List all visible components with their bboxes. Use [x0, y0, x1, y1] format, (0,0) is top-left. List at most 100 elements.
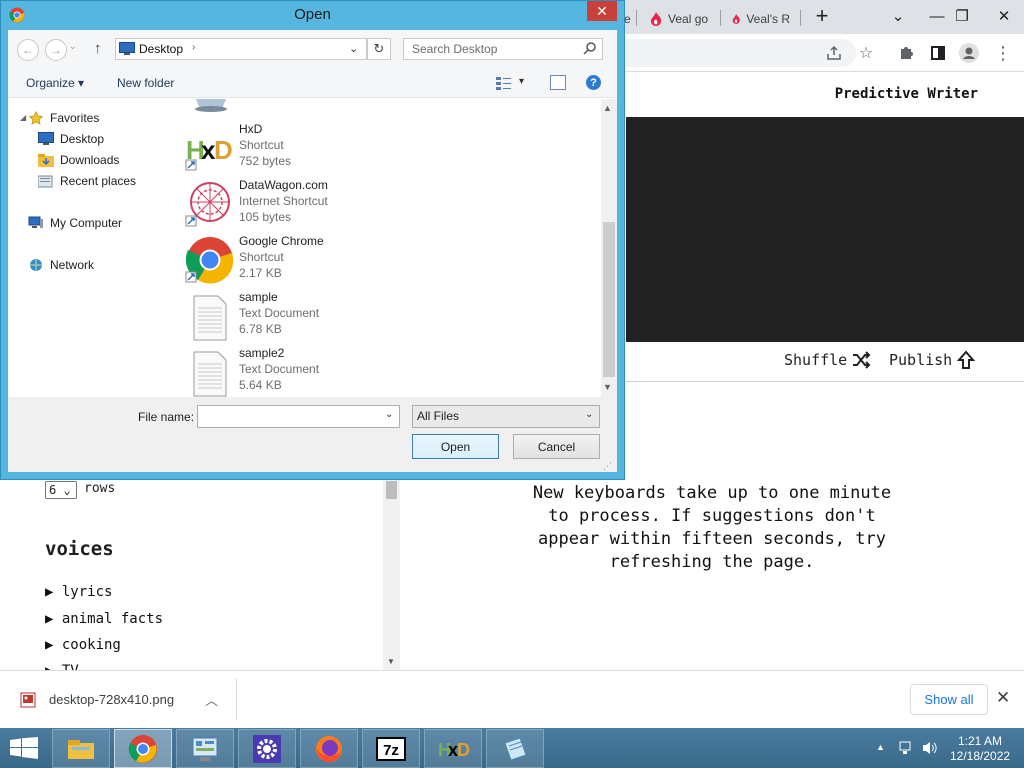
- file-type: Shortcut: [239, 250, 284, 264]
- settings-gear-icon[interactable]: [238, 729, 296, 768]
- forward-arrow-icon[interactable]: →: [45, 39, 67, 61]
- resize-grip-icon[interactable]: ⋰: [603, 461, 612, 472]
- flame-icon: [651, 12, 662, 26]
- rows-label: rows: [84, 481, 116, 496]
- refresh-button[interactable]: ↻: [367, 38, 391, 60]
- search-icon: [583, 42, 596, 55]
- notepad-icon[interactable]: [486, 729, 544, 768]
- shuffle-label: Shuffle: [784, 351, 848, 369]
- file-size: 105 bytes: [239, 210, 292, 224]
- help-icon[interactable]: ?: [586, 75, 601, 90]
- nav-my-computer[interactable]: My Computer: [28, 216, 122, 230]
- new-tab-button[interactable]: +: [800, 0, 844, 32]
- text-document-icon: [193, 295, 227, 341]
- computer-icon[interactable]: [192, 99, 230, 113]
- panel-scrollbar[interactable]: [383, 478, 400, 670]
- file-size: 5.64 KB: [239, 378, 282, 392]
- nav-desktop[interactable]: Desktop: [38, 132, 104, 146]
- file-item[interactable]: H x D HxD Shortcut 752 bytes: [184, 122, 484, 174]
- panel-scrollbar-thumb[interactable]: [386, 481, 397, 499]
- scroll-down-arrow[interactable]: ▼: [387, 657, 395, 666]
- show-all-button[interactable]: Show all: [910, 684, 988, 715]
- cancel-button[interactable]: Cancel: [513, 434, 600, 459]
- hxd-icon[interactable]: HxD: [424, 729, 482, 768]
- shuffle-button[interactable]: Shuffle: [784, 350, 871, 370]
- menu-icon[interactable]: ⋮: [992, 42, 1014, 64]
- image-file-icon: [20, 692, 36, 708]
- control-panel-icon[interactable]: [176, 729, 234, 768]
- 7zip-icon[interactable]: 7z: [362, 729, 420, 768]
- address-dropdown-icon[interactable]: ⌄: [349, 42, 358, 55]
- file-list-scrollbar-thumb[interactable]: [603, 222, 615, 377]
- tray-arrow-icon[interactable]: ▲: [876, 742, 885, 752]
- preview-pane-icon[interactable]: [550, 75, 566, 90]
- file-item[interactable]: Google Chrome Shortcut 2.17 KB: [184, 234, 484, 286]
- open-button[interactable]: Open: [412, 434, 499, 459]
- windows-start-icon[interactable]: [10, 737, 38, 762]
- voice-item[interactable]: ▶ animal facts: [45, 611, 163, 627]
- share-icon[interactable]: [823, 42, 845, 64]
- file-name: Google Chrome: [239, 234, 324, 248]
- close-icon[interactable]: ✕: [996, 688, 1010, 708]
- file-name-input[interactable]: [197, 405, 400, 428]
- star-icon[interactable]: ☆: [855, 42, 877, 64]
- profile-icon[interactable]: [958, 42, 980, 64]
- nav-network[interactable]: Network: [28, 258, 94, 272]
- file-item[interactable]: sample2 Text Document 5.64 KB: [184, 346, 484, 397]
- search-input[interactable]: Search Desktop: [403, 38, 603, 60]
- puzzle-icon[interactable]: [895, 42, 917, 64]
- computer-icon: [28, 216, 43, 228]
- up-arrow-icon[interactable]: ↑: [94, 40, 102, 57]
- clock-time: 1:21 AM: [957, 734, 1003, 748]
- nav-favorites[interactable]: Favorites: [28, 111, 99, 125]
- tab-title: Veal go: [668, 12, 709, 26]
- nav-downloads[interactable]: Downloads: [38, 153, 119, 167]
- chrome-icon[interactable]: [114, 729, 172, 768]
- file-name-label: File name:: [138, 410, 195, 424]
- preview-area: [626, 117, 1024, 342]
- browser-tab[interactable]: Veal go: [644, 4, 716, 34]
- desktop-icon: [119, 42, 135, 55]
- rows-select[interactable]: 6 ⌄: [45, 481, 77, 499]
- chevron-down-icon[interactable]: ⌄: [385, 409, 393, 420]
- download-file-name[interactable]: desktop-728x410.png: [49, 692, 174, 707]
- network-tray-icon[interactable]: [898, 740, 914, 759]
- clock[interactable]: 1:21 AM 12/18/2022: [950, 734, 1010, 764]
- nav-recent-places[interactable]: Recent places: [38, 174, 136, 188]
- scroll-down-arrow[interactable]: ▼: [603, 382, 612, 392]
- file-type-filter-select[interactable]: All Files: [412, 405, 600, 428]
- new-folder-button[interactable]: New folder: [117, 76, 174, 90]
- address-location[interactable]: Desktop: [139, 42, 183, 56]
- file-item[interactable]: sample Text Document 6.78 KB: [184, 290, 484, 342]
- collapse-arrow-icon[interactable]: ◢: [20, 113, 26, 122]
- app-title: Predictive Writer: [834, 86, 978, 102]
- chevron-right-icon[interactable]: ›: [192, 42, 195, 53]
- window-close-button[interactable]: ✕: [982, 0, 1024, 32]
- tab-title: e: [624, 12, 631, 26]
- file-name: sample: [239, 290, 278, 304]
- firefox-icon[interactable]: [300, 729, 358, 768]
- divider: [236, 678, 237, 720]
- chevron-up-icon[interactable]: ︿: [205, 690, 218, 709]
- back-arrow-icon[interactable]: ←: [17, 39, 39, 61]
- chevron-down-icon[interactable]: ⌄: [585, 409, 593, 420]
- file-name: HxD: [239, 122, 263, 136]
- voice-item[interactable]: ▶ lyrics: [45, 584, 112, 600]
- file-item[interactable]: DataWagon.com Internet Shortcut 105 byte…: [184, 178, 484, 230]
- view-options-icon[interactable]: [496, 76, 512, 90]
- side-panel-icon[interactable]: [927, 42, 949, 64]
- scroll-up-arrow[interactable]: ▲: [603, 103, 612, 113]
- voice-item[interactable]: ▶ TV: [45, 663, 79, 670]
- restore-button[interactable]: ❐: [940, 0, 984, 32]
- voice-item[interactable]: ▶ cooking: [45, 637, 121, 653]
- tab-search-button[interactable]: ⌄: [876, 0, 920, 32]
- file-explorer-icon[interactable]: [52, 729, 110, 768]
- address-bar[interactable]: [626, 39, 856, 67]
- dialog-close-button[interactable]: ✕: [587, 1, 617, 21]
- view-dropdown-icon[interactable]: ▾: [519, 76, 524, 87]
- publish-button[interactable]: Publish: [889, 350, 976, 370]
- volume-icon[interactable]: [921, 740, 939, 759]
- recent-locations-caret[interactable]: ⌄: [69, 41, 77, 52]
- browser-tab[interactable]: Veal's R: [726, 4, 796, 34]
- organize-button[interactable]: Organize ▾: [26, 76, 84, 90]
